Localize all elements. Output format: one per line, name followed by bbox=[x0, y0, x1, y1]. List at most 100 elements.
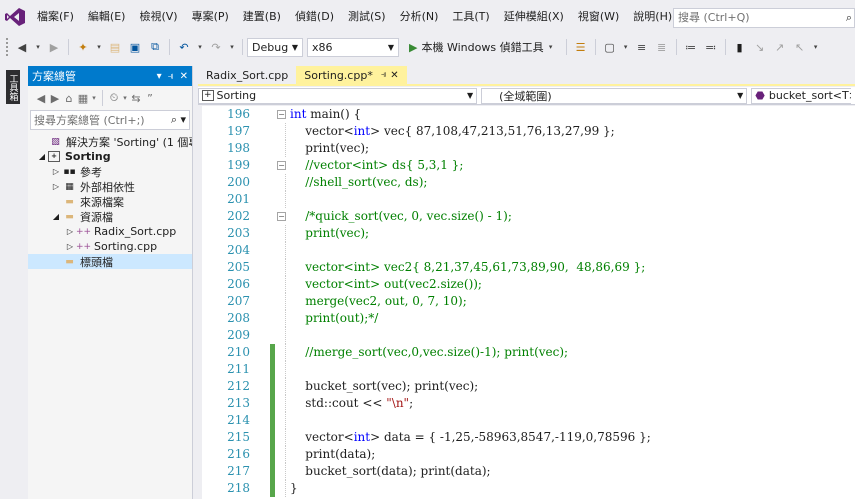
screenshot-icon[interactable]: ▢ bbox=[602, 38, 618, 56]
format-icon[interactable]: ≣ bbox=[654, 38, 670, 56]
member-select[interactable]: ⬣ bucket_sort<T>( bbox=[751, 87, 851, 104]
hot-reload-icon[interactable]: ☰ bbox=[573, 38, 589, 56]
menu-item[interactable]: 分析(N) bbox=[393, 0, 446, 34]
redo-icon[interactable]: ↷ bbox=[208, 38, 224, 56]
back-icon[interactable]: ◀ bbox=[14, 38, 30, 56]
code-editor[interactable]: 196− int main() {197 vector<int> vec{ 87,… bbox=[198, 106, 855, 499]
more-icon[interactable]: ” bbox=[144, 89, 156, 107]
code-line[interactable]: 209 bbox=[198, 327, 855, 344]
solution-configuration-select[interactable]: Debug ▼ bbox=[247, 37, 303, 57]
tree-item[interactable]: ▷ ▪▪ 參考 bbox=[28, 164, 192, 179]
code-line[interactable]: 211 bbox=[198, 361, 855, 378]
collapsed-arrow-icon[interactable]: ▷ bbox=[64, 242, 76, 251]
undo-dropdown-icon[interactable]: ▾ bbox=[196, 38, 204, 56]
expanded-arrow-icon[interactable]: ◢ bbox=[50, 212, 62, 221]
visual-studio-logo-icon[interactable] bbox=[0, 0, 30, 34]
collapsed-arrow-icon[interactable]: ▷ bbox=[64, 227, 76, 236]
redo-dropdown-icon[interactable]: ▾ bbox=[228, 38, 236, 56]
code-line[interactable]: 208 print(out);*/ bbox=[198, 310, 855, 327]
pin-icon[interactable]: ⫣ bbox=[168, 71, 174, 82]
menu-item[interactable]: 專案(P) bbox=[185, 0, 236, 34]
code-line[interactable]: 201 bbox=[198, 191, 855, 208]
menu-item[interactable]: 說明(H) bbox=[626, 0, 679, 34]
document-tab[interactable]: Radix_Sort.cpp bbox=[198, 66, 296, 84]
tree-item[interactable]: ▷ ▦ 外部相依性 bbox=[28, 179, 192, 194]
code-line[interactable]: 200 //shell_sort(vec, ds); bbox=[198, 174, 855, 191]
menu-item[interactable]: 測試(S) bbox=[341, 0, 393, 34]
toolbar-options-icon[interactable]: ▾ bbox=[812, 38, 820, 56]
navigate-icon[interactable]: ≡ bbox=[634, 38, 650, 56]
quick-launch-search[interactable]: 搜尋 (Ctrl+Q) ⌕ bbox=[673, 8, 855, 28]
solution-search-input[interactable]: 搜尋方案總管 (Ctrl+;) ⌕ ▾ bbox=[30, 110, 190, 130]
close-icon[interactable]: ✕ bbox=[180, 71, 188, 82]
code-line[interactable]: 203 print(vec); bbox=[198, 225, 855, 242]
code-line[interactable]: 204 bbox=[198, 242, 855, 259]
start-debugging-button[interactable]: ▶ 本機 Windows 偵錯工具 ▾ bbox=[405, 38, 562, 57]
new-dropdown-icon[interactable]: ▾ bbox=[95, 38, 103, 56]
code-line[interactable]: 214 bbox=[198, 412, 855, 429]
sync-icon[interactable]: ⇆ bbox=[130, 89, 142, 107]
save-all-icon[interactable]: ⧉ bbox=[147, 38, 163, 56]
forward-icon[interactable]: ▶ bbox=[49, 89, 61, 107]
code-line[interactable]: 198 print(vec); bbox=[198, 140, 855, 157]
code-line[interactable]: 205 vector<int> vec2{ 8,21,37,45,61,73,8… bbox=[198, 259, 855, 276]
switch-views-dropdown-icon[interactable]: ▾ bbox=[91, 89, 97, 107]
comment-icon[interactable]: ≔ bbox=[683, 38, 699, 56]
menu-item[interactable]: 編輯(E) bbox=[81, 0, 133, 34]
undo-icon[interactable]: ↶ bbox=[176, 38, 192, 56]
code-line[interactable]: 215 vector<int> data = { -1,25,-58963,85… bbox=[198, 429, 855, 446]
tree-item[interactable]: ◢ + Sorting bbox=[28, 149, 192, 164]
save-icon[interactable]: ▣ bbox=[127, 38, 143, 56]
tree-item[interactable]: ▬ 標頭檔 bbox=[28, 254, 192, 269]
code-line[interactable]: 197 vector<int> vec{ 87,108,47,213,51,76… bbox=[198, 123, 855, 140]
toolbar-grip[interactable] bbox=[6, 38, 12, 56]
tree-item[interactable]: ▬ 來源檔案 bbox=[28, 194, 192, 209]
tree-item[interactable]: ▧ 解決方案 'Sorting' (1 個專案 bbox=[28, 134, 192, 149]
back-icon[interactable]: ◀ bbox=[35, 89, 47, 107]
back-dropdown-icon[interactable]: ▾ bbox=[34, 38, 42, 56]
overflow-icon[interactable]: ▾ bbox=[622, 38, 630, 56]
collapsed-arrow-icon[interactable]: ▷ bbox=[50, 182, 62, 191]
tree-item[interactable]: ▷ ++ Radix_Sort.cpp bbox=[28, 224, 192, 239]
code-line[interactable]: 218} bbox=[198, 480, 855, 497]
collapse-icon[interactable]: − bbox=[277, 161, 286, 170]
prev-bookmark-icon[interactable]: ↘ bbox=[752, 38, 768, 56]
code-line[interactable]: 210 //merge_sort(vec,0,vec.size()-1); pr… bbox=[198, 344, 855, 361]
menu-item[interactable]: 建置(B) bbox=[236, 0, 288, 34]
solution-platform-select[interactable]: x86 ▼ bbox=[307, 37, 399, 57]
code-line[interactable]: 206 vector<int> out(vec2.size()); bbox=[198, 276, 855, 293]
window-position-icon[interactable]: ▾ bbox=[157, 71, 162, 82]
code-line[interactable]: 213 std::cout << "\n"; bbox=[198, 395, 855, 412]
collapse-icon[interactable]: − bbox=[277, 110, 286, 119]
tree-item[interactable]: ▷ ++ Sorting.cpp bbox=[28, 239, 192, 254]
pin-icon[interactable]: ⫣ bbox=[381, 70, 386, 80]
project-select[interactable]: + Sorting ▼ bbox=[198, 87, 478, 104]
menu-item[interactable]: 視窗(W) bbox=[571, 0, 626, 34]
home-icon[interactable]: ⌂ bbox=[63, 89, 75, 107]
document-tab[interactable]: Sorting.cpp* ⫣ ✕ bbox=[296, 66, 407, 84]
uncomment-icon[interactable]: ≕ bbox=[703, 38, 719, 56]
code-line[interactable]: 216 print(data); bbox=[198, 446, 855, 463]
collapse-icon[interactable]: − bbox=[277, 212, 286, 221]
collapsed-arrow-icon[interactable]: ▷ bbox=[50, 167, 62, 176]
switch-views-icon[interactable]: ▦ bbox=[77, 89, 89, 107]
code-line[interactable]: 217 bucket_sort(data); print(data); bbox=[198, 463, 855, 480]
code-line[interactable]: 207 merge(vec2, out, 0, 7, 10); bbox=[198, 293, 855, 310]
menu-item[interactable]: 延伸模組(X) bbox=[497, 0, 571, 34]
code-line[interactable]: 202 − /*quick_sort(vec, 0, vec.size() - 1… bbox=[198, 208, 855, 225]
code-line[interactable]: 199 − //vector<int> ds{ 5,3,1 }; bbox=[198, 157, 855, 174]
menu-item[interactable]: 檢視(V) bbox=[132, 0, 184, 34]
run-dropdown-icon[interactable]: ▾ bbox=[546, 38, 556, 56]
pending-dropdown-icon[interactable]: ▾ bbox=[122, 89, 128, 107]
bookmark-icon[interactable]: ▮ bbox=[732, 38, 748, 56]
expanded-arrow-icon[interactable]: ◢ bbox=[36, 152, 48, 161]
toolbox-tab[interactable]: 工具箱 bbox=[6, 70, 20, 104]
menu-item[interactable]: 工具(T) bbox=[445, 0, 496, 34]
menu-item[interactable]: 偵錯(D) bbox=[288, 0, 341, 34]
close-icon[interactable]: ✕ bbox=[390, 70, 398, 81]
code-line[interactable]: 196 − int main() { bbox=[198, 106, 855, 123]
menu-item[interactable]: 檔案(F) bbox=[30, 0, 81, 34]
clear-bookmarks-icon[interactable]: ↖ bbox=[792, 38, 808, 56]
open-file-icon[interactable]: ▤ bbox=[107, 38, 123, 56]
pending-changes-icon[interactable]: ⏲ bbox=[108, 89, 120, 107]
